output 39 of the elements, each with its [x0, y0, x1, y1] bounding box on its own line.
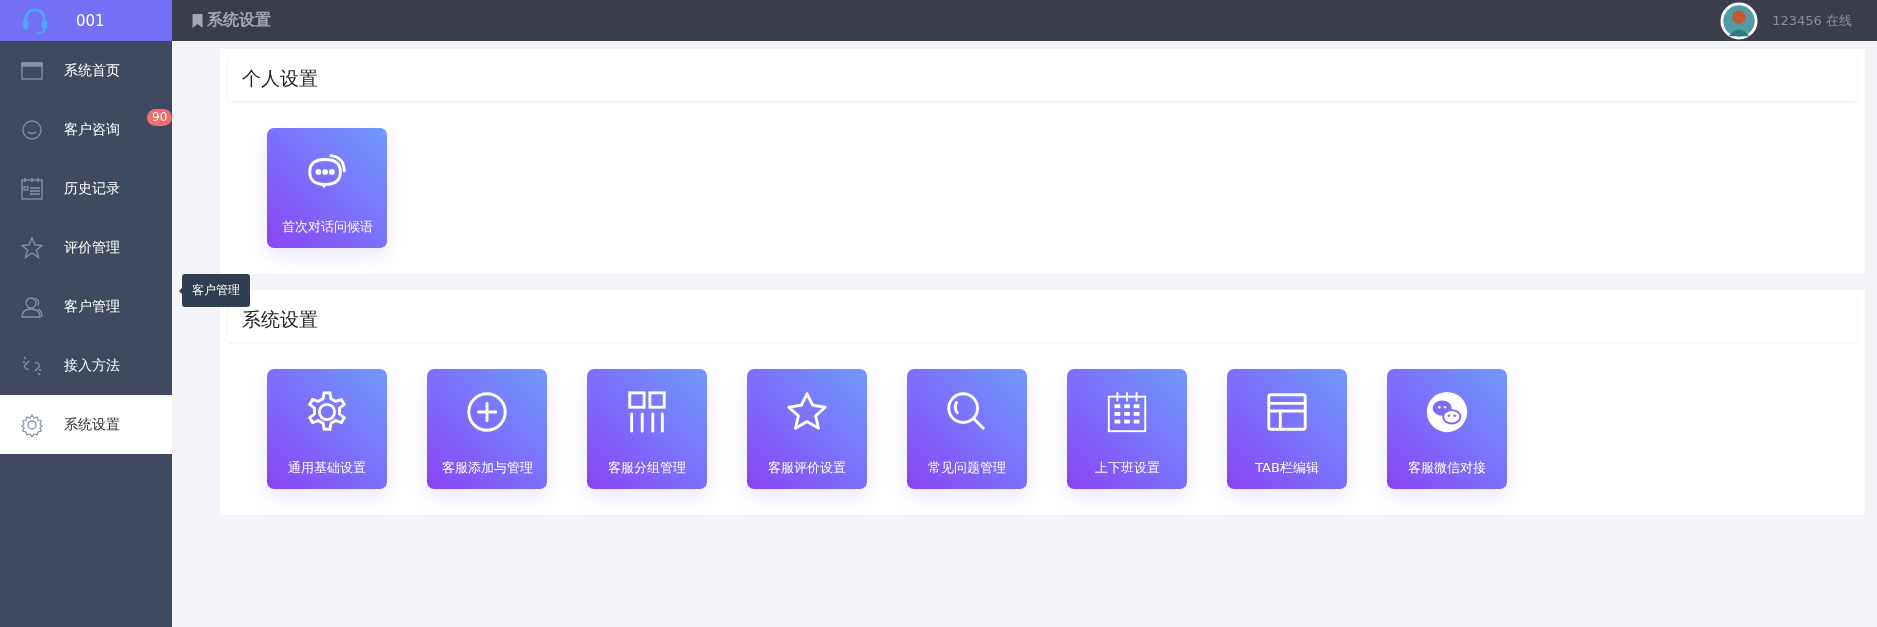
settings-tile[interactable]: 上下班设置 [1067, 369, 1187, 489]
settings-tile[interactable]: 客服添加与管理 [427, 369, 547, 489]
sidebar-item[interactable]: 系统首页 [0, 41, 172, 100]
settings-tile[interactable]: TAB栏编辑 [1227, 369, 1347, 489]
settings-tile[interactable]: 客服分组管理 [587, 369, 707, 489]
menu-label: 客户管理 [64, 297, 120, 316]
count-badge: 90 [147, 109, 173, 126]
settings-tile[interactable]: 客服微信对接 [1387, 369, 1507, 489]
section-title: 个人设置 [242, 66, 318, 91]
user-status: 123456 在线 [1772, 11, 1852, 30]
settings-tile[interactable]: 常见问题管理 [907, 369, 1027, 489]
user-id: 001 [76, 11, 105, 30]
avatar[interactable] [1720, 1, 1759, 40]
menu-label: 系统设置 [64, 415, 120, 434]
person-icon [20, 294, 44, 319]
sidebar-item[interactable]: 评价管理 [0, 218, 172, 277]
menu-label: 历史记录 [64, 179, 120, 198]
settings-icon [20, 412, 44, 437]
menu-label: 接入方法 [64, 356, 120, 375]
page-title: 系统设置 [207, 10, 271, 31]
settings-tile[interactable]: 通用基础设置 [267, 369, 387, 489]
plus-circle-icon [464, 389, 510, 435]
menu-label: 评价管理 [64, 238, 120, 257]
settings-tile[interactable]: 客服评价设置 [747, 369, 867, 489]
sidebar-item[interactable]: 系统设置 [0, 395, 172, 454]
sidebar-item[interactable]: 客户咨询 90 [0, 100, 172, 159]
headset-icon [20, 5, 50, 36]
bookmark-icon [192, 13, 203, 28]
sidebar-item[interactable]: 接入方法 [0, 336, 172, 395]
menu-label: 系统首页 [64, 61, 120, 80]
smile-icon [20, 117, 44, 142]
document-icon [20, 176, 44, 201]
sidebar-item[interactable]: 历史记录 [0, 159, 172, 218]
sidebar-item[interactable]: 客户管理 [0, 277, 172, 336]
menu-label: 客户咨询 [64, 120, 120, 139]
section-title: 系统设置 [242, 307, 318, 332]
star-icon [20, 235, 44, 260]
chat-bubbles-icon [1424, 389, 1470, 435]
settings-tile[interactable]: 首次对话问候语 [267, 128, 387, 248]
